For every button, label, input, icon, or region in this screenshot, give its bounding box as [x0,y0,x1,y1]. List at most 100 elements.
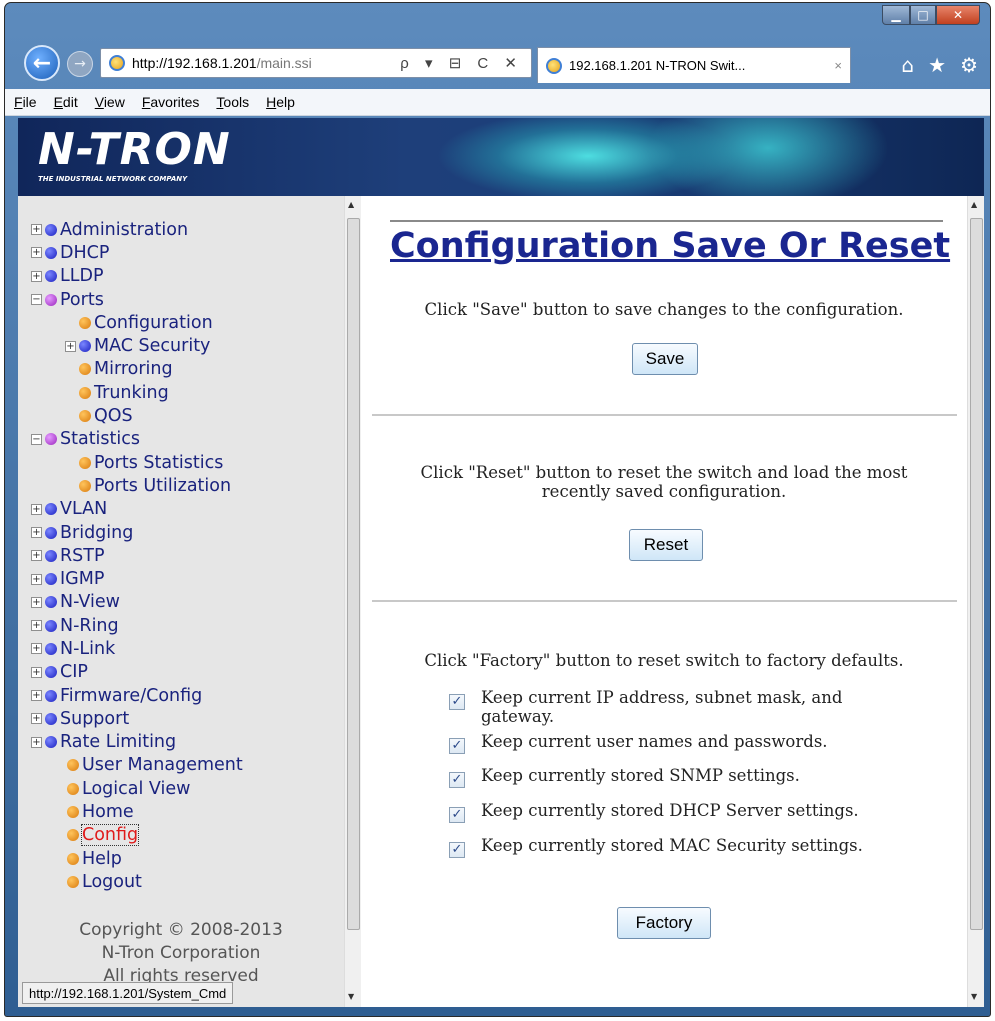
maximize-button[interactable]: □ [910,5,936,25]
sidebar-item-home[interactable]: Home [67,800,243,823]
sidebar-item-label: N-View [60,592,120,613]
sidebar-item-label: MAC Security [94,336,211,357]
sidebar-item-label: Mirroring [94,359,173,380]
sidebar-item-label: RSTP [60,545,105,566]
menu-tools[interactable]: Tools [216,94,249,110]
sidebar-item-ports-statistics[interactable]: Ports Statistics [79,451,243,474]
expand-icon[interactable]: + [31,736,42,748]
sidebar-item-firmware-config[interactable]: + Firmware/Config [31,684,243,707]
sidebar-item-logical-view[interactable]: Logical View [67,777,243,800]
sidebar-item-dhcp[interactable]: + DHCP [31,241,243,264]
expand-icon[interactable]: + [31,596,42,608]
keep-ip-checkbox[interactable]: ✓ [449,694,465,710]
sidebar-item-rate-limiting[interactable]: + Rate Limiting [31,731,243,754]
expand-icon[interactable]: + [31,247,42,259]
sidebar-item-cip[interactable]: + CIP [31,661,243,684]
blue-bullet-icon [45,503,57,516]
expand-icon[interactable]: + [31,620,42,632]
main-scroll-thumb[interactable] [970,218,983,930]
close-window-button[interactable]: ✕ [936,5,980,25]
address-tools[interactable]: ρ ▾ ⊟ C ✕ [400,54,523,72]
orange-bullet-icon [79,386,91,399]
sidebar-item-help[interactable]: Help [67,847,243,870]
menu-file[interactable]: File [14,94,37,110]
reset-button[interactable]: Reset [629,529,703,561]
expand-icon[interactable]: + [31,666,42,678]
keep-dhcp-checkbox[interactable]: ✓ [449,807,465,823]
sidebar-item-n-ring[interactable]: + N-Ring [31,614,243,637]
sidebar-item-mac-security[interactable]: + MAC Security [65,334,243,357]
sidebar-item-rstp[interactable]: + RSTP [31,544,243,567]
sidebar-item-label: Bridging [60,522,134,543]
collapse-icon[interactable]: − [31,433,42,445]
sidebar-item-n-link[interactable]: + N-Link [31,637,243,660]
keep-dhcp-option: ✓ Keep currently stored DHCP Server sett… [449,801,889,823]
save-button[interactable]: Save [632,343,698,375]
expand-icon[interactable]: + [31,713,42,725]
main-scroll-up-arrow-icon[interactable]: ▲ [971,200,977,209]
sidebar-item-configuration[interactable]: Configuration [79,311,243,334]
expand-icon[interactable]: + [31,643,42,655]
factory-button[interactable]: Factory [617,907,711,939]
sidebar-item-config[interactable]: Config [67,824,243,847]
sidebar-item-qos[interactable]: QOS [79,404,243,427]
favorites-star-icon[interactable]: ★ [928,53,946,77]
minimize-button[interactable]: ▁ [882,5,910,25]
settings-gear-icon[interactable]: ⚙ [960,53,978,77]
menu-help[interactable]: Help [266,94,295,110]
sidebar-item-lldp[interactable]: + LLDP [31,265,243,288]
sidebar-item-statistics[interactable]: − Statistics [31,428,243,451]
expand-icon[interactable]: + [31,224,42,236]
menu-view[interactable]: View [95,94,125,110]
sidebar-item-trunking[interactable]: Trunking [79,381,243,404]
menu-favorites[interactable]: Favorites [142,94,200,110]
save-instructions: Click "Save" button to save changes to t… [424,300,904,319]
sidebar-scrollbar[interactable]: ▲ ▼ [344,196,361,1007]
expand-icon[interactable]: + [31,690,42,702]
address-bar[interactable]: http://192.168.1.201/main.ssi ρ ▾ ⊟ C ✕ [100,48,532,78]
forward-button[interactable]: → [67,51,93,77]
sidebar-item-igmp[interactable]: + IGMP [31,567,243,590]
menu-bar: File Edit View Favorites Tools Help [5,89,990,116]
expand-icon[interactable]: + [31,503,42,515]
sidebar-item-label: QOS [94,406,133,427]
sidebar-item-administration[interactable]: + Administration [31,218,243,241]
sidebar-item-label: N-Ring [60,615,119,636]
orange-bullet-icon [79,363,91,376]
blue-bullet-icon [45,223,57,236]
keep-users-checkbox[interactable]: ✓ [449,738,465,754]
sidebar-item-ports[interactable]: − Ports [31,288,243,311]
orange-bullet-icon [67,782,79,795]
expand-icon[interactable]: + [65,340,76,352]
expand-icon[interactable]: + [31,550,42,562]
menu-edit[interactable]: Edit [54,94,78,110]
sidebar-item-user-management[interactable]: User Management [67,754,243,777]
expand-icon[interactable]: + [31,527,42,538]
keep-snmp-checkbox[interactable]: ✓ [449,772,465,788]
sidebar-item-logout[interactable]: Logout [67,870,243,893]
sidebar-item-support[interactable]: + Support [31,707,243,730]
tab-close-icon[interactable]: × [834,58,842,73]
keep-snmp-option: ✓ Keep currently stored SNMP settings. [449,766,889,788]
home-icon[interactable]: ⌂ [901,53,914,77]
sidebar-item-label: Help [82,848,122,869]
sidebar-item-bridging[interactable]: + Bridging [31,521,243,544]
scroll-down-arrow-icon[interactable]: ▼ [348,992,354,1001]
sidebar-item-ports-utilization[interactable]: Ports Utilization [79,474,243,497]
main-scroll-down-arrow-icon[interactable]: ▼ [971,992,977,1001]
copyright-line-2: N-Tron Corporation [101,943,261,963]
sidebar-item-vlan[interactable]: + VLAN [31,498,243,521]
browser-tab[interactable]: 192.168.1.201 N-TRON Swit... × [537,47,851,83]
expand-icon[interactable]: + [31,270,42,282]
sidebar-item-n-view[interactable]: + N-View [31,591,243,614]
sidebar-item-mirroring[interactable]: Mirroring [79,358,243,381]
back-button[interactable]: ← [24,45,60,81]
collapse-icon[interactable]: − [31,294,42,306]
scroll-up-arrow-icon[interactable]: ▲ [348,200,354,209]
keep-mac-checkbox[interactable]: ✓ [449,842,465,858]
orange-bullet-icon [67,852,79,865]
main-scrollbar[interactable]: ▲ ▼ [967,196,984,1007]
sidebar-scroll-thumb[interactable] [347,218,360,930]
expand-icon[interactable]: + [31,573,42,585]
address-path: /main.ssi [256,55,312,71]
